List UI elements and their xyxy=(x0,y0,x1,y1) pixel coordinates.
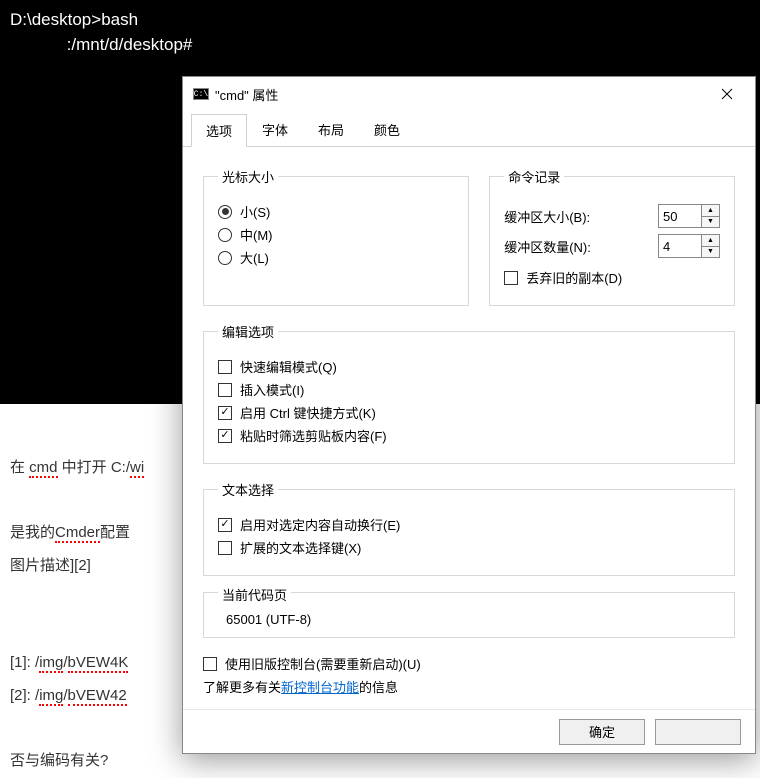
linewrap-label: 启用对选定内容自动换行(E) xyxy=(240,515,400,534)
legacy-row[interactable]: 使用旧版控制台(需要重新启动)(U) xyxy=(203,654,735,673)
ctrlkeys-row[interactable]: 启用 Ctrl 键快捷方式(K) xyxy=(218,403,720,422)
text-selection-group: 文本选择 启用对选定内容自动换行(E) 扩展的文本选择键(X) xyxy=(203,480,735,576)
numbuf-up[interactable]: ▲ xyxy=(702,235,719,247)
discard-checkbox[interactable] xyxy=(504,271,518,285)
insert-label: 插入模式(I) xyxy=(240,380,304,399)
radio-large-row[interactable]: 大(L) xyxy=(218,248,454,267)
radio-medium-label: 中(M) xyxy=(240,225,273,244)
discard-label: 丢弃旧的副本(D) xyxy=(526,268,622,287)
bufsize-label: 缓冲区大小(B): xyxy=(504,207,590,226)
ok-button[interactable]: 确定 xyxy=(559,719,645,745)
command-history-group: 命令记录 缓冲区大小(B): ▲▼ 缓冲区数量(N): ▲▼ xyxy=(489,167,735,306)
discard-row[interactable]: 丢弃旧的副本(D) xyxy=(504,268,720,287)
bufsize-input[interactable] xyxy=(659,205,701,227)
radio-medium[interactable] xyxy=(218,228,232,242)
cmd-icon: C:\ xyxy=(193,88,209,100)
codepage-value: 65001 (UTF-8) xyxy=(226,612,720,627)
textsel-legend: 文本选择 xyxy=(218,480,278,499)
quickedit-checkbox[interactable] xyxy=(218,360,232,374)
codepage-group: 当前代码页 65001 (UTF-8) xyxy=(203,592,735,638)
cursor-size-group: 光标大小 小(S) 中(M) 大(L) xyxy=(203,167,469,306)
quickedit-row[interactable]: 快速编辑模式(Q) xyxy=(218,357,720,376)
numbuf-down[interactable]: ▼ xyxy=(702,247,719,258)
filterpaste-label: 粘贴时筛选剪贴板内容(F) xyxy=(240,426,387,445)
numbuf-spinbox[interactable]: ▲▼ xyxy=(658,234,720,258)
underlay-q: 否与编码有关? xyxy=(10,752,108,769)
radio-small[interactable] xyxy=(218,205,232,219)
underlay-ref2: [2]: /img/bVEW42 xyxy=(10,687,127,706)
radio-large-label: 大(L) xyxy=(240,248,269,267)
new-console-link[interactable]: 新控制台功能 xyxy=(281,680,359,695)
close-button[interactable] xyxy=(703,79,751,109)
radio-medium-row[interactable]: 中(M) xyxy=(218,225,454,244)
terminal-line-2: :/mnt/d/desktop# xyxy=(10,35,192,54)
tab-font[interactable]: 字体 xyxy=(247,113,303,146)
dialog-buttons: 确定 xyxy=(183,709,755,753)
insert-row[interactable]: 插入模式(I) xyxy=(218,380,720,399)
info-post: 的信息 xyxy=(359,680,398,695)
tab-color[interactable]: 颜色 xyxy=(359,113,415,146)
numbuf-label: 缓冲区数量(N): xyxy=(504,237,591,256)
dialog-title: "cmd" 属性 xyxy=(215,85,703,104)
legacy-label: 使用旧版控制台(需要重新启动)(U) xyxy=(225,654,421,673)
cancel-button[interactable] xyxy=(655,719,741,745)
titlebar: C:\ "cmd" 属性 xyxy=(183,77,755,111)
radio-large[interactable] xyxy=(218,251,232,265)
bufsize-spinbox[interactable]: ▲▼ xyxy=(658,204,720,228)
filterpaste-checkbox[interactable] xyxy=(218,429,232,443)
properties-dialog: C:\ "cmd" 属性 选项 字体 布局 颜色 光标大小 小(S) 中(M) xyxy=(182,76,756,754)
edit-legend: 编辑选项 xyxy=(218,322,278,341)
underlay-ref1: [1]: /img/bVEW4K xyxy=(10,654,128,673)
codepage-legend: 当前代码页 xyxy=(218,585,291,604)
options-panel: 光标大小 小(S) 中(M) 大(L) 命令记录 缓冲区大小(B): xyxy=(183,147,755,716)
tab-options[interactable]: 选项 xyxy=(191,114,247,147)
close-icon xyxy=(721,88,733,100)
underlay-cfg1: 是我的Cmder配置 xyxy=(10,524,130,543)
insert-checkbox[interactable] xyxy=(218,383,232,397)
extkeys-row[interactable]: 扩展的文本选择键(X) xyxy=(218,538,720,557)
bufsize-up[interactable]: ▲ xyxy=(702,205,719,217)
ctrlkeys-checkbox[interactable] xyxy=(218,406,232,420)
filterpaste-row[interactable]: 粘贴时筛选剪贴板内容(F) xyxy=(218,426,720,445)
legacy-checkbox[interactable] xyxy=(203,657,217,671)
ctrlkeys-label: 启用 Ctrl 键快捷方式(K) xyxy=(240,403,376,422)
radio-small-label: 小(S) xyxy=(240,202,270,221)
extkeys-checkbox[interactable] xyxy=(218,541,232,555)
cursor-legend: 光标大小 xyxy=(218,167,278,186)
linewrap-checkbox[interactable] xyxy=(218,518,232,532)
edit-options-group: 编辑选项 快速编辑模式(Q) 插入模式(I) 启用 Ctrl 键快捷方式(K) … xyxy=(203,322,735,464)
info-line: 了解更多有关新控制台功能的信息 xyxy=(203,677,735,696)
numbuf-input[interactable] xyxy=(659,235,701,257)
extkeys-label: 扩展的文本选择键(X) xyxy=(240,538,361,557)
info-pre: 了解更多有关 xyxy=(203,680,281,695)
underlay-open: 在 cmd 中打开 C:/wi xyxy=(10,459,144,478)
tab-layout[interactable]: 布局 xyxy=(303,113,359,146)
tabstrip: 选项 字体 布局 颜色 xyxy=(183,111,755,147)
radio-small-row[interactable]: 小(S) xyxy=(218,202,454,221)
history-legend: 命令记录 xyxy=(504,167,564,186)
linewrap-row[interactable]: 启用对选定内容自动换行(E) xyxy=(218,515,720,534)
quickedit-label: 快速编辑模式(Q) xyxy=(240,357,337,376)
bufsize-down[interactable]: ▼ xyxy=(702,217,719,228)
underlay-cfg2: 图片描述][2] xyxy=(10,557,91,574)
terminal-line-1: D:\desktop>bash xyxy=(10,10,138,29)
